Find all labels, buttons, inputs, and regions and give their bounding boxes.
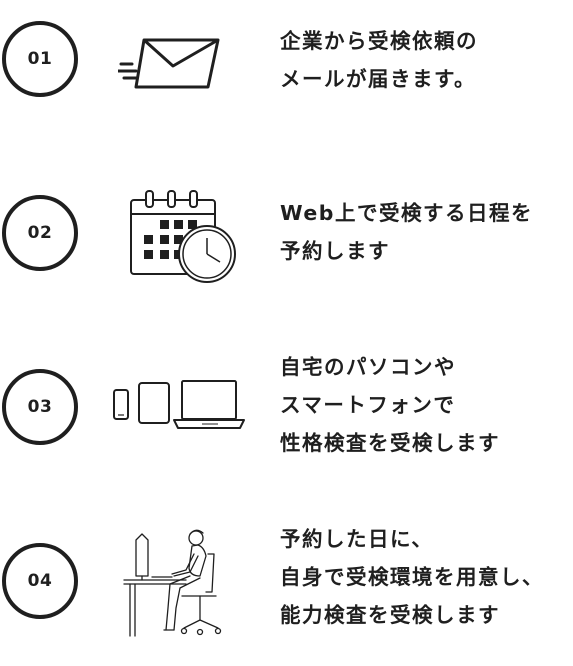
step-text-line: 自宅のパソコンや — [280, 355, 456, 379]
calendar-clock-icon — [130, 190, 236, 283]
step-4: 04 予約した日に、 自身で受検環境を用意し、 能力検査を受検します — [0, 510, 573, 666]
devices-icon — [113, 380, 245, 429]
step-2: 02 Web上で受検する日程を 予約します — [0, 170, 573, 310]
step-text-line: 予約した日に、 — [280, 527, 434, 551]
step-text-line: 能力検査を受検します — [280, 603, 500, 627]
person-at-desk-icon — [123, 529, 222, 637]
step-text-line: メールが届きます。 — [280, 67, 476, 91]
step-text: Web上で受検する日程を 予約します — [280, 194, 533, 270]
step-number-badge: 03 — [2, 369, 78, 445]
step-text-line: Web上で受検する日程を — [280, 201, 533, 225]
step-3: 03 自宅のパソコンや スマートフォンで 性格検査を受検します — [0, 340, 573, 490]
step-number-badge: 01 — [2, 21, 78, 97]
step-1: 01 企業から受検依頼の メールが届きます。 — [0, 0, 573, 130]
step-text-line: 性格検査を受検します — [280, 431, 500, 455]
step-text-line: 企業から受検依頼の — [280, 29, 478, 53]
step-text-line: 自身で受検環境を用意し、 — [280, 565, 544, 589]
step-text: 予約した日に、 自身で受検環境を用意し、 能力検査を受検します — [280, 520, 544, 634]
step-text-line: スマートフォンで — [280, 393, 456, 417]
step-text: 企業から受検依頼の メールが届きます。 — [280, 22, 478, 98]
step-text-line: 予約します — [280, 239, 390, 263]
step-text: 自宅のパソコンや スマートフォンで 性格検査を受検します — [280, 348, 500, 462]
step-number-badge: 02 — [2, 195, 78, 271]
envelope-icon — [118, 38, 220, 89]
step-number-badge: 04 — [2, 543, 78, 619]
